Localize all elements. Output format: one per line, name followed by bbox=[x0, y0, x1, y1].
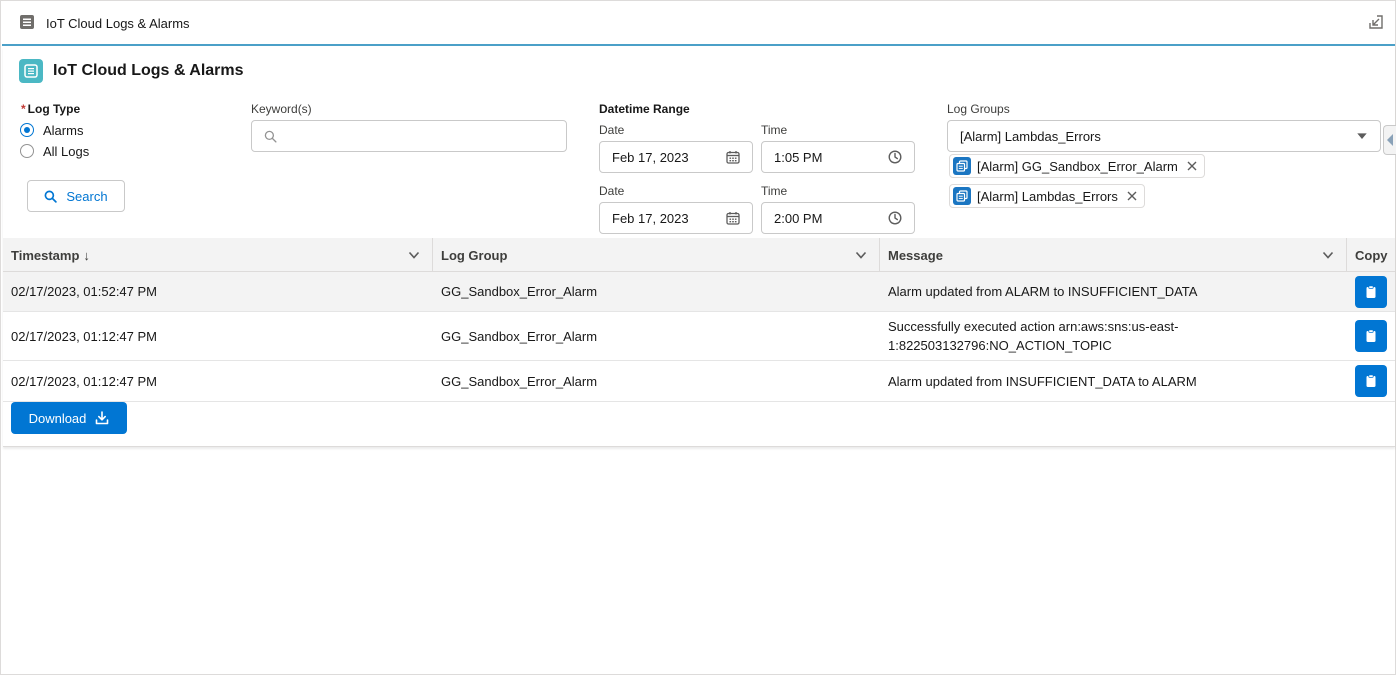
start-date-label: Date bbox=[599, 123, 625, 137]
close-icon[interactable] bbox=[1124, 188, 1140, 204]
radio-alarms-button[interactable] bbox=[20, 123, 34, 137]
cell-message: Alarm updated from INSUFFICIENT_DATA to … bbox=[888, 373, 1197, 389]
close-icon[interactable] bbox=[1184, 158, 1200, 174]
cell-log-group: GG_Sandbox_Error_Alarm bbox=[441, 284, 598, 299]
column-header-timestamp[interactable]: Timestamp ↓ bbox=[3, 238, 433, 272]
sort-descending-icon[interactable]: ↓ bbox=[83, 248, 90, 263]
calendar-icon[interactable] bbox=[726, 211, 740, 225]
copy-button[interactable] bbox=[1355, 320, 1387, 352]
calendar-icon[interactable] bbox=[726, 150, 740, 164]
clock-icon[interactable] bbox=[888, 150, 902, 164]
tab-bar: IoT Cloud Logs & Alarms bbox=[2, 2, 1395, 46]
copy-button[interactable] bbox=[1355, 276, 1387, 308]
download-button-label: Download bbox=[28, 410, 87, 426]
pop-in-icon[interactable] bbox=[1368, 14, 1384, 30]
chevron-down-icon[interactable] bbox=[408, 249, 420, 261]
card-title: IoT Cloud Logs & Alarms bbox=[53, 62, 244, 79]
log-groups-combobox[interactable]: [Alarm] Lambdas_Errors bbox=[947, 120, 1381, 152]
start-time-input[interactable]: 1:05 PM bbox=[761, 141, 915, 173]
chevron-down-icon[interactable] bbox=[855, 249, 867, 261]
app-frame: IoT Cloud Logs & Alarms IoT Cloud Logs &… bbox=[0, 0, 1396, 675]
log-type-label: * Log Type bbox=[21, 102, 81, 116]
start-time-label: Time bbox=[761, 123, 788, 137]
table-row[interactable]: 02/17/2023, 01:52:47 PM GG_Sandbox_Error… bbox=[3, 272, 1395, 312]
search-button-label: Search bbox=[66, 188, 108, 204]
end-date-label: Date bbox=[599, 184, 625, 198]
search-button[interactable]: Search bbox=[27, 180, 125, 212]
radio-all-logs-label: All Logs bbox=[43, 143, 90, 159]
log-group-icon bbox=[953, 187, 971, 205]
end-time-value: 2:00 PM bbox=[774, 210, 823, 226]
keywords-input[interactable] bbox=[251, 120, 567, 152]
caret-down-icon[interactable] bbox=[1356, 130, 1368, 142]
radio-all-logs-button[interactable] bbox=[20, 144, 34, 158]
log-group-pill[interactable]: [Alarm] GG_Sandbox_Error_Alarm bbox=[949, 154, 1205, 178]
radio-alarms[interactable]: Alarms bbox=[20, 121, 83, 139]
search-icon bbox=[264, 130, 277, 143]
search-icon bbox=[44, 190, 58, 203]
column-header-message[interactable]: Message bbox=[880, 238, 1347, 272]
end-time-input[interactable]: 2:00 PM bbox=[761, 202, 915, 234]
cell-message: Successfully executed action arn:aws:sns… bbox=[888, 319, 1179, 353]
download-button[interactable]: Download bbox=[11, 402, 127, 434]
list-icon bbox=[19, 59, 43, 83]
log-group-pill-label: [Alarm] Lambdas_Errors bbox=[977, 188, 1118, 204]
cell-timestamp: 02/17/2023, 01:12:47 PM bbox=[11, 373, 158, 389]
clipboard-icon bbox=[1366, 329, 1376, 342]
cell-log-group: GG_Sandbox_Error_Alarm bbox=[441, 328, 598, 344]
end-date-input[interactable]: Feb 17, 2023 bbox=[599, 202, 753, 234]
cell-message: Alarm updated from ALARM to INSUFFICIENT… bbox=[888, 284, 1198, 299]
cell-log-group: GG_Sandbox_Error_Alarm bbox=[441, 373, 598, 389]
column-header-copy: Copy bbox=[1355, 247, 1388, 263]
download-icon bbox=[96, 411, 109, 425]
table-header: Timestamp ↓ Log Group Message Copy bbox=[3, 238, 1395, 272]
end-time-label: Time bbox=[761, 184, 788, 198]
keywords-label: Keyword(s) bbox=[251, 102, 312, 116]
start-time-value: 1:05 PM bbox=[774, 149, 823, 165]
clipboard-icon bbox=[1366, 285, 1376, 298]
table-row[interactable]: 02/17/2023, 01:12:47 PM GG_Sandbox_Error… bbox=[3, 312, 1395, 361]
logs-card: IoT Cloud Logs & Alarms * Log Type Alarms… bbox=[3, 47, 1396, 447]
cell-timestamp: 02/17/2023, 01:12:47 PM bbox=[11, 328, 158, 344]
cell-timestamp: 02/17/2023, 01:52:47 PM bbox=[11, 284, 158, 299]
chevron-down-icon[interactable] bbox=[1322, 249, 1334, 261]
panel-toggle-handle[interactable] bbox=[1383, 125, 1396, 155]
column-header-log-group[interactable]: Log Group bbox=[433, 238, 880, 272]
end-date-value: Feb 17, 2023 bbox=[612, 210, 689, 226]
card-header: IoT Cloud Logs & Alarms bbox=[19, 59, 244, 83]
required-marker: * bbox=[21, 102, 26, 116]
copy-button[interactable] bbox=[1355, 365, 1387, 397]
start-date-value: Feb 17, 2023 bbox=[612, 149, 689, 165]
start-date-input[interactable]: Feb 17, 2023 bbox=[599, 141, 753, 173]
radio-all-logs[interactable]: All Logs bbox=[20, 142, 89, 160]
datetime-range-label: Datetime Range bbox=[599, 102, 690, 116]
log-groups-label: Log Groups bbox=[947, 102, 1010, 116]
document-list-icon bbox=[20, 15, 34, 29]
radio-alarms-label: Alarms bbox=[43, 122, 84, 138]
log-group-pill-label: [Alarm] GG_Sandbox_Error_Alarm bbox=[977, 158, 1178, 174]
log-group-icon bbox=[953, 157, 971, 175]
clipboard-icon bbox=[1366, 374, 1376, 387]
table-row[interactable]: 02/17/2023, 01:12:47 PM GG_Sandbox_Error… bbox=[3, 361, 1395, 402]
log-groups-selected: [Alarm] Lambdas_Errors bbox=[960, 128, 1101, 144]
clock-icon[interactable] bbox=[888, 211, 902, 225]
log-group-pill[interactable]: [Alarm] Lambdas_Errors bbox=[949, 184, 1145, 208]
tab-title: IoT Cloud Logs & Alarms bbox=[46, 16, 190, 31]
